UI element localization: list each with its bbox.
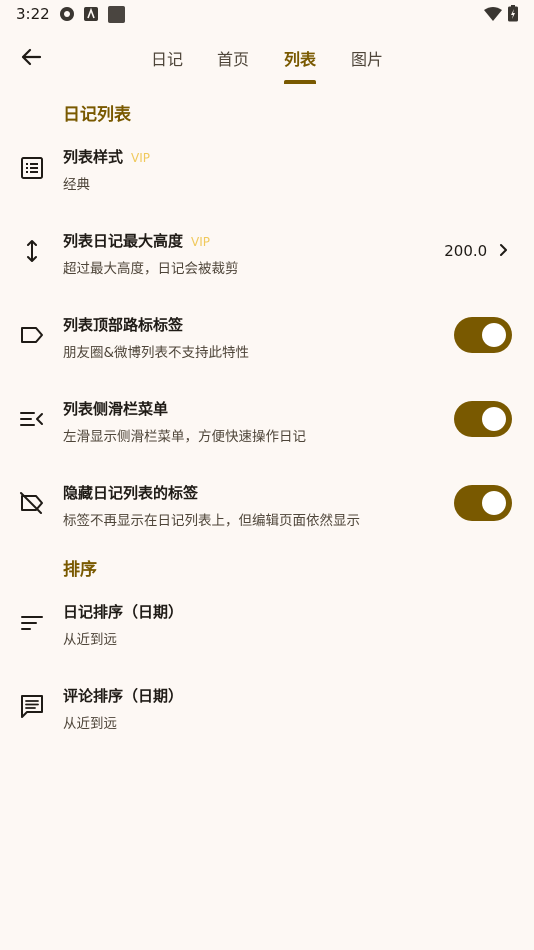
tab-images[interactable]: 图片: [351, 46, 383, 86]
tab-diary[interactable]: 日记: [151, 46, 183, 86]
setting-title: 列表侧滑栏菜单: [63, 400, 169, 418]
toggle-knob: [482, 407, 506, 431]
tab-home[interactable]: 首页: [217, 46, 249, 86]
comment-icon: [21, 695, 43, 718]
setting-diary-sort[interactable]: 日记排序（日期） 从近到远: [0, 580, 534, 664]
side-menu-toggle[interactable]: [454, 401, 512, 437]
toggle-knob: [482, 323, 506, 347]
status-bar: 3:22: [0, 0, 534, 28]
setting-subtitle: 从近到远: [63, 716, 117, 732]
max-height-value: 200.0: [444, 242, 510, 260]
tab-label: 图片: [351, 50, 384, 69]
vertical-resize-icon: [27, 240, 37, 262]
list-view-icon: [21, 157, 43, 179]
setting-side-menu[interactable]: 列表侧滑栏菜单 左滑显示侧滑栏菜单，方便快速操作日记: [0, 378, 534, 462]
setting-subtitle: 朋友圈&微博列表不支持此特性: [63, 345, 250, 361]
setting-max-height[interactable]: 列表日记最大高度 VIP 超过最大高度，日记会被裁剪 200.0: [0, 210, 534, 294]
section-header-sort: 排序: [63, 560, 97, 580]
setting-list-style[interactable]: 列表样式 VIP 经典: [0, 126, 534, 210]
setting-subtitle: 左滑显示侧滑栏菜单，方便快速操作日记: [63, 429, 306, 445]
vip-badge: VIP: [131, 151, 150, 165]
setting-subtitle: 经典: [63, 177, 90, 193]
setting-hide-labels[interactable]: 隐藏日记列表的标签 标签不再显示在日记列表上，但编辑页面依然显示: [0, 462, 534, 546]
wifi-icon: [484, 7, 502, 21]
setting-title-text: 列表日记最大高度: [63, 232, 184, 250]
status-notification-icon: [84, 7, 98, 21]
setting-subtitle: 超过最大高度，日记会被裁剪: [63, 261, 239, 277]
status-square-icon: [108, 6, 125, 23]
toggle-knob: [482, 491, 506, 515]
setting-title: 列表样式 VIP: [63, 146, 150, 167]
menu-open-icon: [20, 412, 43, 426]
label-off-icon: [20, 492, 43, 514]
label-icon: [21, 327, 43, 343]
section-header-diary-list: 日记列表: [63, 105, 131, 125]
hide-labels-toggle[interactable]: [454, 485, 512, 521]
top-label-toggle[interactable]: [454, 317, 512, 353]
chevron-right-icon: [500, 244, 507, 256]
status-app-icon: [60, 7, 74, 21]
app-bar: 日记 首页 列表 图片: [0, 28, 534, 88]
setting-top-label[interactable]: 列表顶部路标标签 朋友圈&微博列表不支持此特性: [0, 294, 534, 378]
tab-label: 日记: [151, 50, 184, 69]
battery-icon: [508, 5, 518, 22]
setting-title: 日记排序（日期）: [63, 603, 184, 621]
setting-comment-sort[interactable]: 评论排序（日期） 从近到远: [0, 664, 534, 748]
tab-list[interactable]: 列表: [284, 46, 316, 86]
setting-title: 列表顶部路标标签: [63, 316, 184, 334]
tab-label: 首页: [217, 50, 250, 69]
vip-badge: VIP: [191, 235, 210, 249]
setting-subtitle: 从近到远: [63, 632, 117, 648]
status-time: 3:22: [16, 5, 50, 23]
sort-icon: [21, 616, 43, 630]
setting-title: 隐藏日记列表的标签: [63, 484, 199, 502]
max-height-value-text: 200.0: [444, 242, 488, 260]
setting-title: 评论排序（日期）: [63, 687, 184, 705]
tab-label: 列表: [284, 50, 317, 69]
setting-subtitle: 标签不再显示在日记列表上，但编辑页面依然显示: [63, 513, 360, 529]
setting-title: 列表日记最大高度 VIP: [63, 230, 210, 251]
back-arrow-icon[interactable]: [14, 40, 48, 74]
tab-indicator: [284, 80, 316, 84]
setting-title-text: 列表样式: [63, 148, 124, 166]
